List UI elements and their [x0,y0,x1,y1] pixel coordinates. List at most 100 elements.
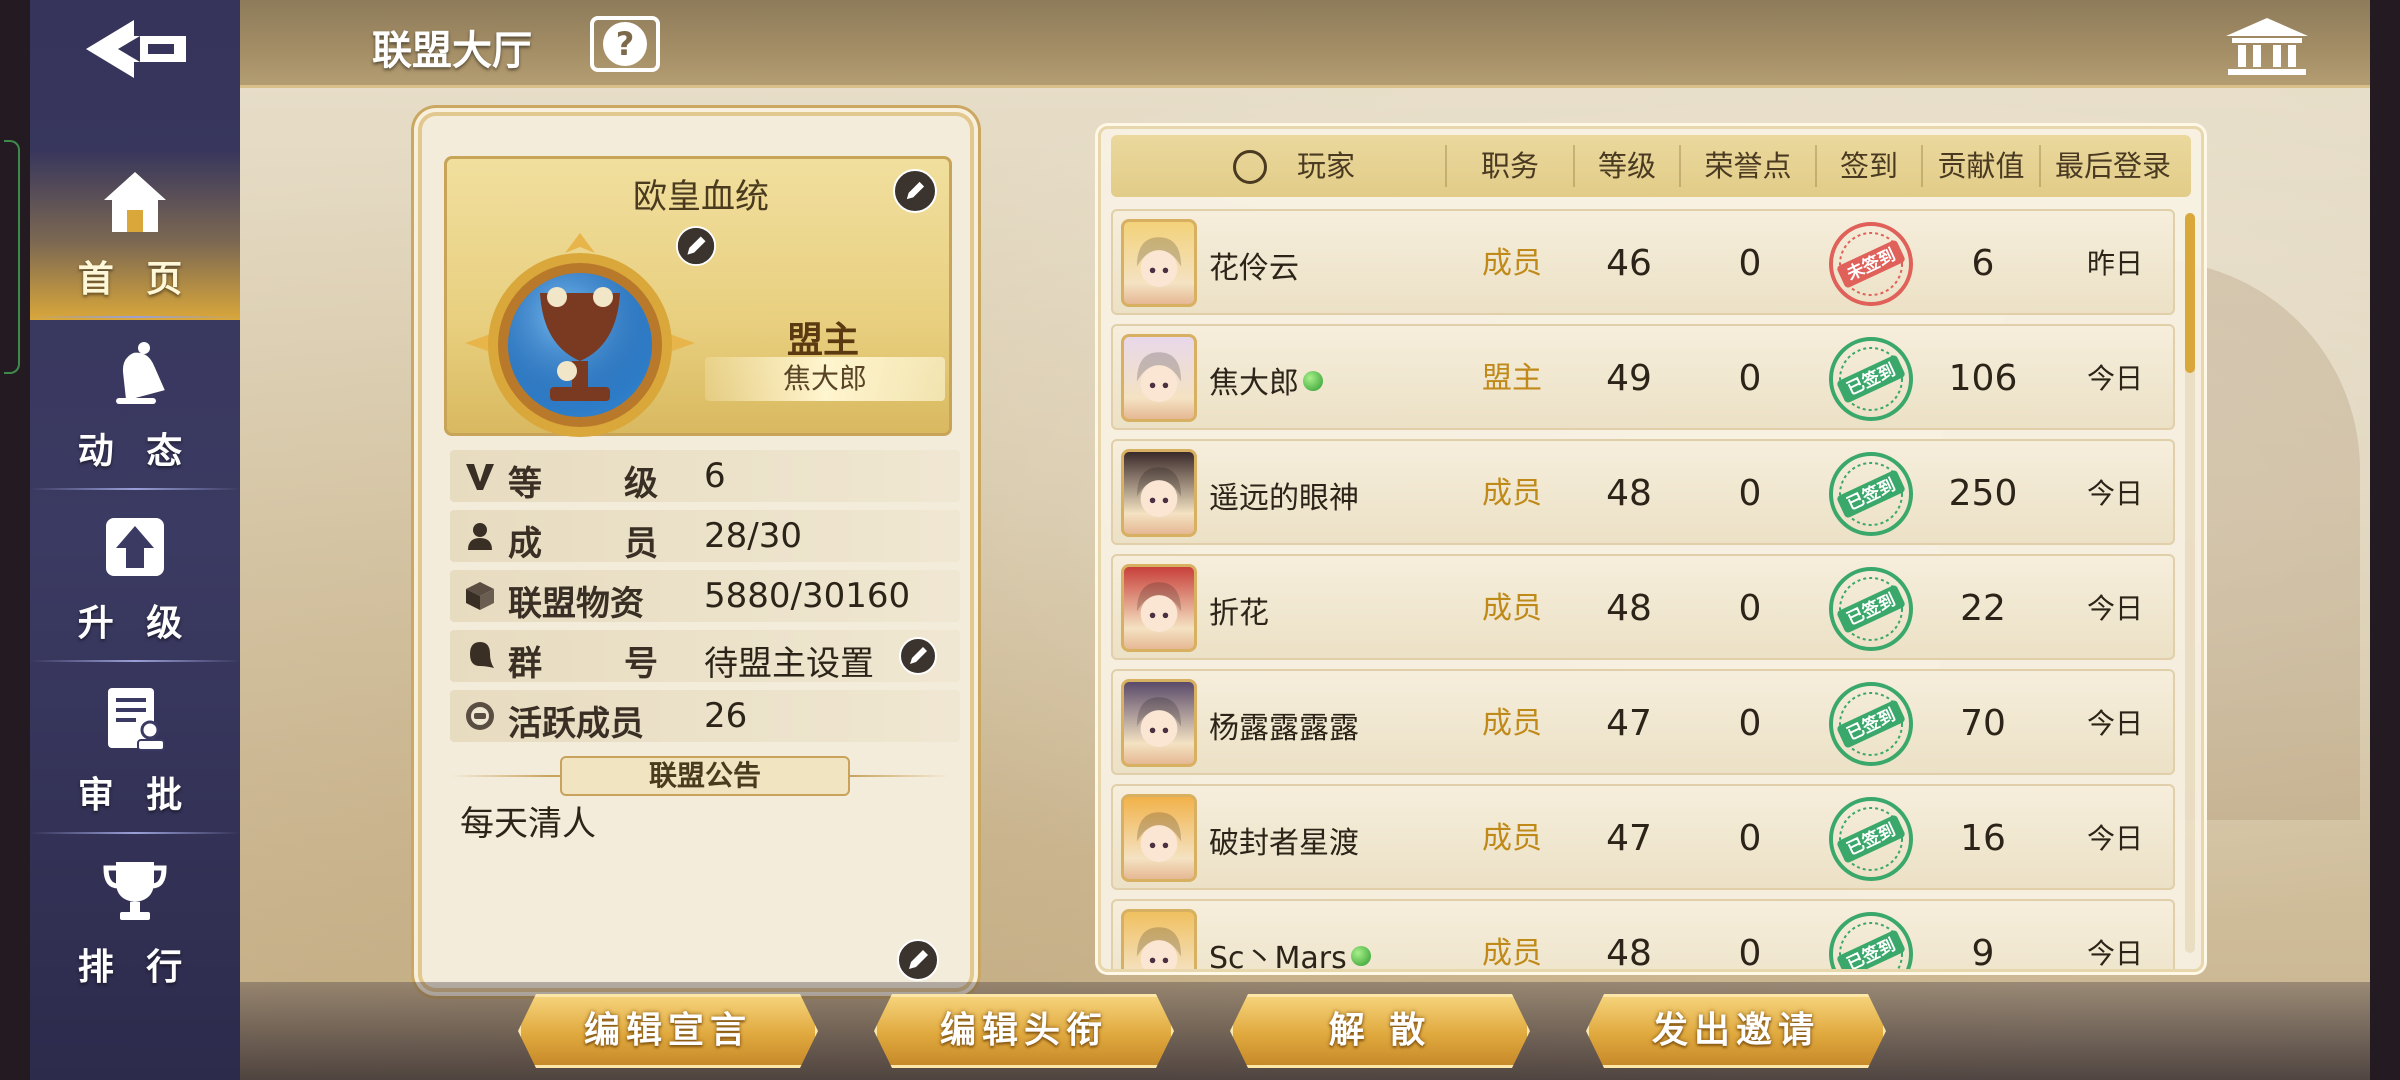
member-honor: 0 [1738,473,1762,514]
avatar-portrait-icon [1136,352,1182,402]
edit-title-button[interactable]: 编辑头衔 [874,994,1174,1068]
player-avatar[interactable] [1121,219,1197,307]
help-button[interactable]: ? [590,16,660,72]
member-last-login: 今日 [2086,362,2143,395]
member-level: 49 [1606,358,1652,399]
signed-stamp-icon: 已签到 [1829,912,1913,969]
stat-row-level: 等级 6 [450,450,960,504]
disband-button[interactable]: 解 散 [1230,994,1530,1068]
stat-label: 成员 [508,524,658,564]
sidebar-item-ranking[interactable]: 排 行 [30,838,240,1008]
page-title: 联盟大厅 [372,28,532,74]
signed-stamp-icon: 已签到 [1829,567,1913,651]
member-contribution: 9 [1971,933,1995,972]
notice-text: 每天清人 [460,804,596,844]
svg-text:未签到: 未签到 [1843,244,1899,285]
table-row[interactable]: 杨露露露露 成员 47 0 70 今日 已签到 [1111,669,2175,775]
stat-value: 5880/30160 [704,576,911,616]
table-row[interactable]: 花伶云 成员 46 0 6 昨日 未签到 [1111,209,2175,315]
union-info-card: 欧皇血统 盟主 焦大郎 等 级 6 成 员 28/30 联盟物资 5880/30… [418,112,974,992]
col-rank[interactable]: 职务 [1447,135,1573,197]
edit-name-pencil-icon[interactable] [893,169,937,213]
signed-stamp-icon: 已签到 [1829,797,1913,881]
scroll-thumb[interactable] [2185,213,2195,373]
member-contribution: 16 [1960,818,2006,859]
svg-text:已签到: 已签到 [1844,589,1899,630]
player-avatar[interactable] [1121,679,1197,767]
notice-title: 联盟公告 [560,756,850,796]
table-row[interactable]: Sc丶Mars 成员 48 0 9 今日 已签到 [1111,899,2175,972]
member-level: 47 [1606,703,1652,744]
help-icon: ? [603,22,647,66]
member-contribution: 250 [1948,473,2018,514]
signed-stamp-icon: 已签到 [1829,337,1913,421]
sidebar-item-feed[interactable]: 动 态 [30,322,240,492]
edit-group-pencil-icon[interactable] [898,636,938,676]
member-last-login: 昨日 [2086,247,2143,280]
member-honor: 0 [1738,818,1762,859]
person-icon [468,523,492,550]
col-last-login[interactable]: 最后登录 [2041,135,2185,197]
player-avatar[interactable] [1121,449,1197,537]
player-avatar[interactable] [1121,909,1197,969]
player-name: 破封者星渡 [1209,826,1359,861]
svg-text:已签到: 已签到 [1844,359,1899,400]
player-avatar[interactable] [1121,794,1197,882]
sidebar-item-label: 排 行 [77,947,193,988]
svg-text:已签到: 已签到 [1844,819,1899,860]
member-level: 47 [1606,818,1652,859]
sidebar-divider [30,316,240,318]
box-icon [466,582,494,610]
sidebar-divider [30,488,240,490]
leader-name: 焦大郎 [705,357,945,401]
avatar-portrait-icon [1136,927,1182,969]
player-name: 焦大郎 [1209,358,1323,402]
avatar-portrait-icon [1136,697,1182,747]
stat-row-members: 成员 28/30 [450,510,960,564]
table-scrollbar[interactable] [2185,213,2195,953]
svg-text:已签到: 已签到 [1844,474,1899,515]
col-honor[interactable]: 荣誉点 [1681,135,1815,197]
member-honor: 0 [1738,588,1762,629]
approval-icon [108,688,165,751]
send-invite-button[interactable]: 发出邀请 [1586,994,1886,1068]
member-level: 48 [1606,588,1652,629]
screen-edge-left [0,0,30,1080]
sidebar-item-home[interactable]: 首 页 [30,150,240,320]
player-avatar[interactable] [1121,334,1197,422]
stat-value: 6 [704,456,726,496]
table-row[interactable]: 焦大郎 盟主 49 0 106 今日 已签到 [1111,324,2175,430]
col-level[interactable]: 等级 [1575,135,1679,197]
back-icon[interactable] [82,14,192,84]
edit-emblem-pencil-icon[interactable] [675,225,717,267]
avatar-portrait-icon [1136,812,1182,862]
sidebar-item-approval[interactable]: 审 批 [30,666,240,836]
member-honor: 0 [1738,358,1762,399]
union-emblem-icon [465,233,695,437]
member-rank: 成员 [1482,246,1542,281]
sidebar-item-label: 首 页 [77,259,193,300]
bank-icon[interactable] [2222,14,2312,78]
sidebar-item-upgrade[interactable]: 升 级 [30,494,240,664]
vip-icon [466,464,494,490]
unsigned-stamp-icon: 未签到 [1829,222,1913,306]
table-row[interactable]: 遥远的眼神 成员 48 0 250 今日 已签到 [1111,439,2175,545]
edit-notice-pencil-icon[interactable] [896,938,940,982]
col-player[interactable]: 玩家 [1281,135,1371,197]
signed-stamp-icon: 已签到 [1829,452,1913,536]
col-contribution[interactable]: 贡献值 [1923,135,2039,197]
player-name: Sc丶Mars [1209,933,1371,969]
player-avatar[interactable] [1121,564,1197,652]
table-row[interactable]: 折花 成员 48 0 22 今日 已签到 [1111,554,2175,660]
col-signin[interactable]: 签到 [1817,135,1921,197]
edit-declaration-button[interactable]: 编辑宣言 [518,994,818,1068]
home-icon [104,172,166,232]
stat-label: 联盟物资 [508,584,644,624]
sidebar-divider [30,832,240,834]
chat-icon [470,642,494,668]
signed-stamp-icon: 已签到 [1829,682,1913,766]
screen-edge-right [2370,0,2400,1080]
stat-label: 群号 [508,644,658,684]
activity-icon [466,702,494,730]
table-row[interactable]: 破封者星渡 成员 47 0 16 今日 已签到 [1111,784,2175,890]
